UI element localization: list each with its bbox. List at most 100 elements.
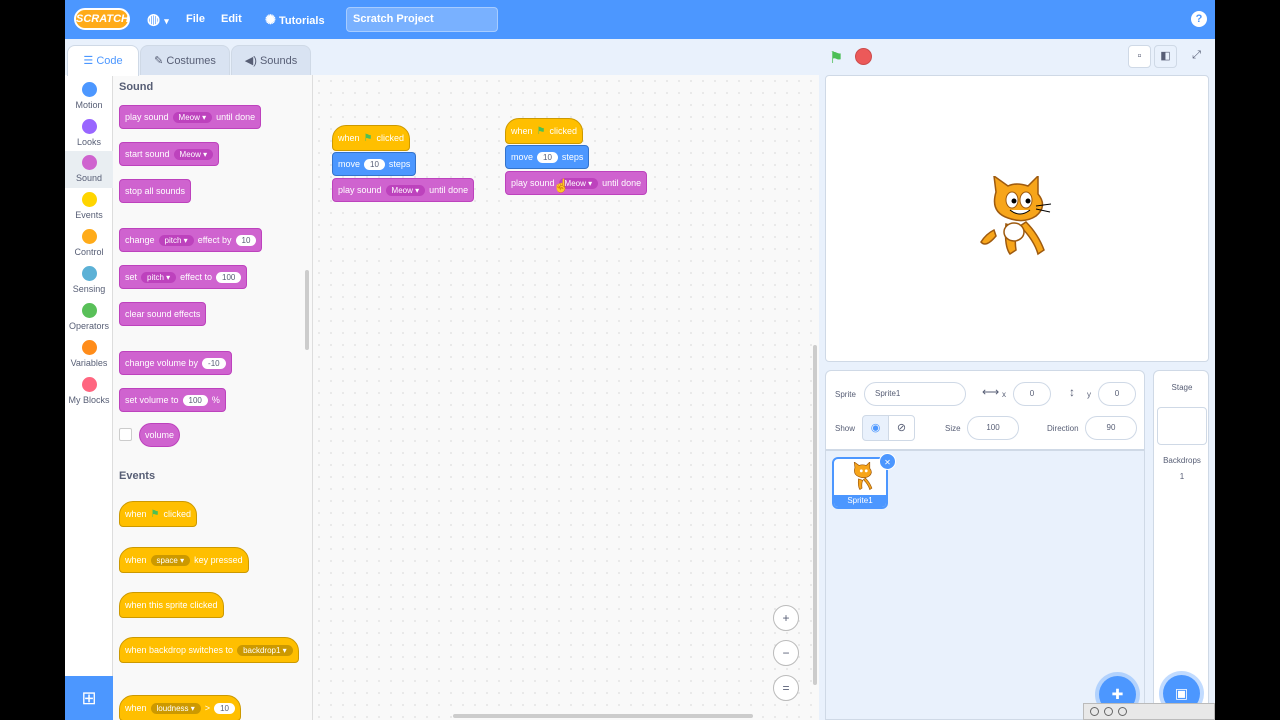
sound-heading: Sound bbox=[119, 81, 154, 93]
cat-sprite bbox=[980, 176, 1052, 256]
edit-menu[interactable]: Edit bbox=[221, 0, 242, 39]
x-position-input[interactable]: 0 bbox=[1013, 382, 1051, 406]
zoom-in-button[interactable]: + bbox=[773, 605, 799, 631]
sound-dropdown[interactable]: Meow ▾ bbox=[173, 148, 214, 160]
tab-costumes[interactable]: ✎ Costumes bbox=[140, 45, 230, 75]
category-operators[interactable]: Operators bbox=[65, 299, 113, 336]
stop-button[interactable] bbox=[855, 48, 872, 65]
tab-code[interactable]: ☰ Code bbox=[67, 45, 139, 76]
move-steps-block[interactable]: move 10 steps bbox=[505, 145, 590, 169]
effect-dropdown[interactable]: pitch ▾ bbox=[158, 234, 194, 246]
key-dropdown[interactable]: space ▾ bbox=[150, 554, 191, 566]
volume-monitor-checkbox[interactable] bbox=[119, 428, 132, 441]
window-control-dot[interactable] bbox=[1090, 707, 1099, 716]
small-stage-button[interactable]: ▫ bbox=[1128, 45, 1151, 68]
effect-value-input[interactable]: 10 bbox=[235, 234, 257, 246]
y-position-input[interactable]: 0 bbox=[1098, 382, 1136, 406]
project-title-input[interactable]: Scratch Project bbox=[346, 7, 498, 32]
tab-sounds[interactable]: ◀) Sounds bbox=[231, 45, 311, 75]
workspace-vertical-scrollbar[interactable] bbox=[813, 345, 817, 685]
stage-title: Stage bbox=[1171, 383, 1193, 392]
sound-dot bbox=[81, 155, 97, 170]
category-my-blocks[interactable]: My Blocks bbox=[65, 373, 113, 410]
category-motion[interactable]: Motion bbox=[65, 78, 113, 115]
when-flag-clicked-block[interactable]: when ⚑ clicked bbox=[119, 501, 197, 527]
x-label: x bbox=[1002, 390, 1006, 399]
when-backdrop-switches-block[interactable]: when backdrop switches to backdrop1 ▾ bbox=[119, 637, 299, 663]
sound-dropdown[interactable]: Meow ▾ bbox=[385, 184, 426, 196]
zoom-reset-button[interactable]: = bbox=[773, 675, 799, 701]
threshold-input[interactable]: 10 bbox=[214, 702, 235, 714]
normal-stage-button[interactable]: ◧ bbox=[1154, 45, 1177, 68]
when-key-pressed-block[interactable]: when space ▾ key pressed bbox=[119, 547, 249, 573]
delete-sprite-button[interactable]: ✕ bbox=[879, 453, 896, 470]
when-flag-clicked-block[interactable]: when ⚑ clicked bbox=[332, 125, 410, 151]
sprite-info-panel: Sprite Sprite1 ⟷ x 0 ↕ y 0 Show ◉ ⊘ Size… bbox=[825, 370, 1145, 450]
category-sound[interactable]: Sound bbox=[65, 151, 113, 188]
globe-icon[interactable]: ◍ ▾ bbox=[147, 0, 169, 39]
green-flag-icon[interactable]: ⚑ bbox=[829, 48, 847, 67]
steps-input[interactable]: 10 bbox=[364, 158, 385, 170]
set-volume-block[interactable]: set volume to 100 % bbox=[119, 388, 226, 412]
events-dot bbox=[81, 192, 97, 207]
show-sprite-button[interactable]: ◉ bbox=[862, 415, 889, 441]
category-looks[interactable]: Looks bbox=[65, 115, 113, 152]
volume-change-input[interactable]: -10 bbox=[202, 357, 226, 369]
when-loudness-block[interactable]: when loudness ▾ > 10 bbox=[119, 695, 241, 720]
category-events[interactable]: Events bbox=[65, 188, 113, 225]
stage-selector[interactable]: Stage Backdrops 1 ▣ bbox=[1153, 370, 1209, 720]
size-label: Size bbox=[945, 424, 961, 433]
file-menu[interactable]: File bbox=[186, 0, 205, 39]
change-effect-block[interactable]: change pitch ▾ effect by 10 bbox=[119, 228, 263, 252]
script-workspace[interactable]: when ⚑ clicked move 10 steps play sound … bbox=[313, 75, 819, 720]
help-icon[interactable]: ? bbox=[1191, 11, 1207, 27]
category-variables[interactable]: Variables bbox=[65, 336, 113, 373]
sensor-dropdown[interactable]: loudness ▾ bbox=[150, 702, 201, 714]
category-sensing[interactable]: Sensing bbox=[65, 262, 113, 299]
sound-dropdown[interactable]: Meow ▾ bbox=[172, 111, 213, 123]
stage-canvas[interactable] bbox=[825, 75, 1209, 362]
change-volume-block[interactable]: change volume by -10 bbox=[119, 351, 232, 375]
sprite-name-input[interactable]: Sprite1 bbox=[864, 382, 966, 406]
extension-icon: ⊞ bbox=[81, 688, 97, 708]
stop-all-sounds-block[interactable]: stop all sounds bbox=[119, 179, 192, 203]
backdrop-thumbnail[interactable] bbox=[1157, 407, 1207, 445]
play-sound-until-done-block[interactable]: play sound Meow ▾ until done bbox=[332, 178, 475, 202]
backdrops-count: 1 bbox=[1179, 472, 1185, 481]
zoom-out-button[interactable]: − bbox=[773, 640, 799, 666]
direction-input[interactable]: 90 bbox=[1085, 416, 1137, 440]
play-sound-until-done-block[interactable]: play sound Meow ▾ until done bbox=[505, 171, 648, 195]
steps-input[interactable]: 10 bbox=[537, 151, 558, 163]
volume-reporter[interactable]: volume bbox=[139, 423, 181, 447]
workspace-horizontal-scrollbar[interactable] bbox=[453, 714, 753, 718]
menu-bar: SCRATCH ◍ ▾ File Edit ✺ Tutorials Scratc… bbox=[65, 0, 1215, 39]
sensing-dot bbox=[81, 266, 97, 281]
cat-add-icon: ✚ bbox=[1111, 686, 1124, 702]
when-sprite-clicked-block[interactable]: when this sprite clicked bbox=[119, 592, 224, 618]
hide-sprite-button[interactable]: ⊘ bbox=[888, 415, 915, 441]
set-effect-block[interactable]: set pitch ▾ effect to 100 bbox=[119, 265, 248, 289]
play-sound-until-done-block[interactable]: play sound Meow ▾ until done bbox=[119, 105, 262, 129]
start-sound-block[interactable]: start sound Meow ▾ bbox=[119, 142, 220, 166]
fullscreen-button[interactable]: ⤢ bbox=[1185, 45, 1208, 68]
add-extension-button[interactable]: ⊞ bbox=[65, 676, 113, 720]
effect-dropdown[interactable]: pitch ▾ bbox=[141, 271, 177, 283]
window-control-dot[interactable] bbox=[1104, 707, 1113, 716]
brush-icon: ✎ bbox=[154, 55, 164, 67]
move-steps-block[interactable]: move 10 steps bbox=[332, 152, 417, 176]
backdrop-dropdown[interactable]: backdrop1 ▾ bbox=[237, 644, 293, 656]
scratch-editor: SCRATCH ◍ ▾ File Edit ✺ Tutorials Scratc… bbox=[65, 0, 1215, 720]
clear-sound-effects-block[interactable]: clear sound effects bbox=[119, 302, 207, 326]
window-control-dot[interactable] bbox=[1118, 707, 1127, 716]
palette-scrollbar[interactable] bbox=[305, 270, 309, 350]
when-flag-clicked-block[interactable]: when ⚑ clicked bbox=[505, 118, 583, 144]
tutorials-button[interactable]: ✺ Tutorials bbox=[265, 0, 325, 39]
lightbulb-icon: ✺ bbox=[265, 12, 276, 27]
eye-slash-icon: ⊘ bbox=[896, 422, 907, 434]
size-input[interactable]: 100 bbox=[967, 416, 1019, 440]
effect-value-input[interactable]: 100 bbox=[216, 271, 242, 283]
looks-dot bbox=[81, 119, 97, 134]
category-control[interactable]: Control bbox=[65, 225, 113, 262]
volume-input[interactable]: 100 bbox=[182, 394, 208, 406]
scratch-logo[interactable]: SCRATCH bbox=[74, 8, 130, 30]
